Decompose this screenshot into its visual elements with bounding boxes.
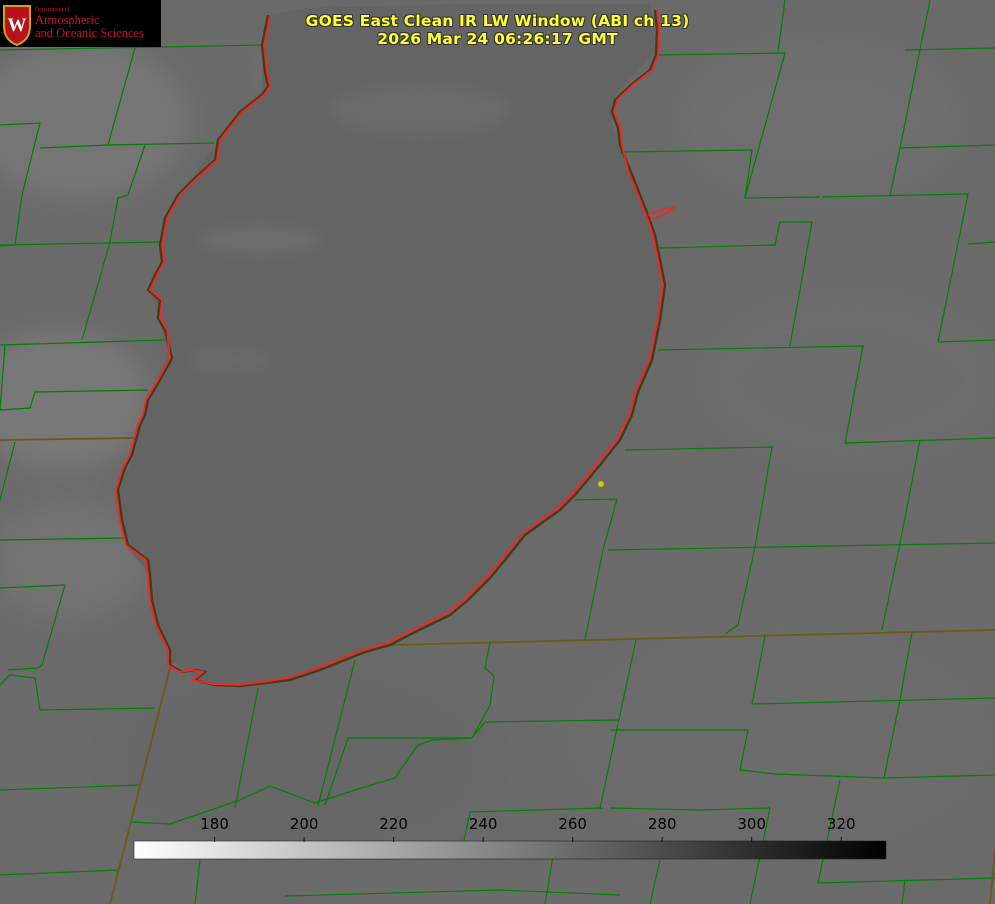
image-title: GOES East Clean IR LW Window (ABI ch 13) xyxy=(305,12,690,30)
colorbar-tick-label: 240 xyxy=(468,815,498,833)
colorbar-tick-label: 180 xyxy=(200,815,229,833)
station-marker xyxy=(598,481,604,487)
colorbar-tick-label: 200 xyxy=(289,815,319,833)
colorbar-tick-label: 220 xyxy=(379,815,408,833)
colorbar-tick-label: 320 xyxy=(826,815,856,833)
satellite-map xyxy=(0,0,995,904)
colorbar-tick-label: 260 xyxy=(558,815,587,833)
colorbar-gradient xyxy=(133,840,887,860)
image-timestamp: 2026 Mar 24 06:26:17 GMT xyxy=(377,30,618,48)
colorbar-tick-label: 280 xyxy=(647,815,677,833)
satellite-image-viewer: W Department of Atmospheric and Oceanic … xyxy=(0,0,995,904)
colorbar-tick-label: 300 xyxy=(737,815,767,833)
